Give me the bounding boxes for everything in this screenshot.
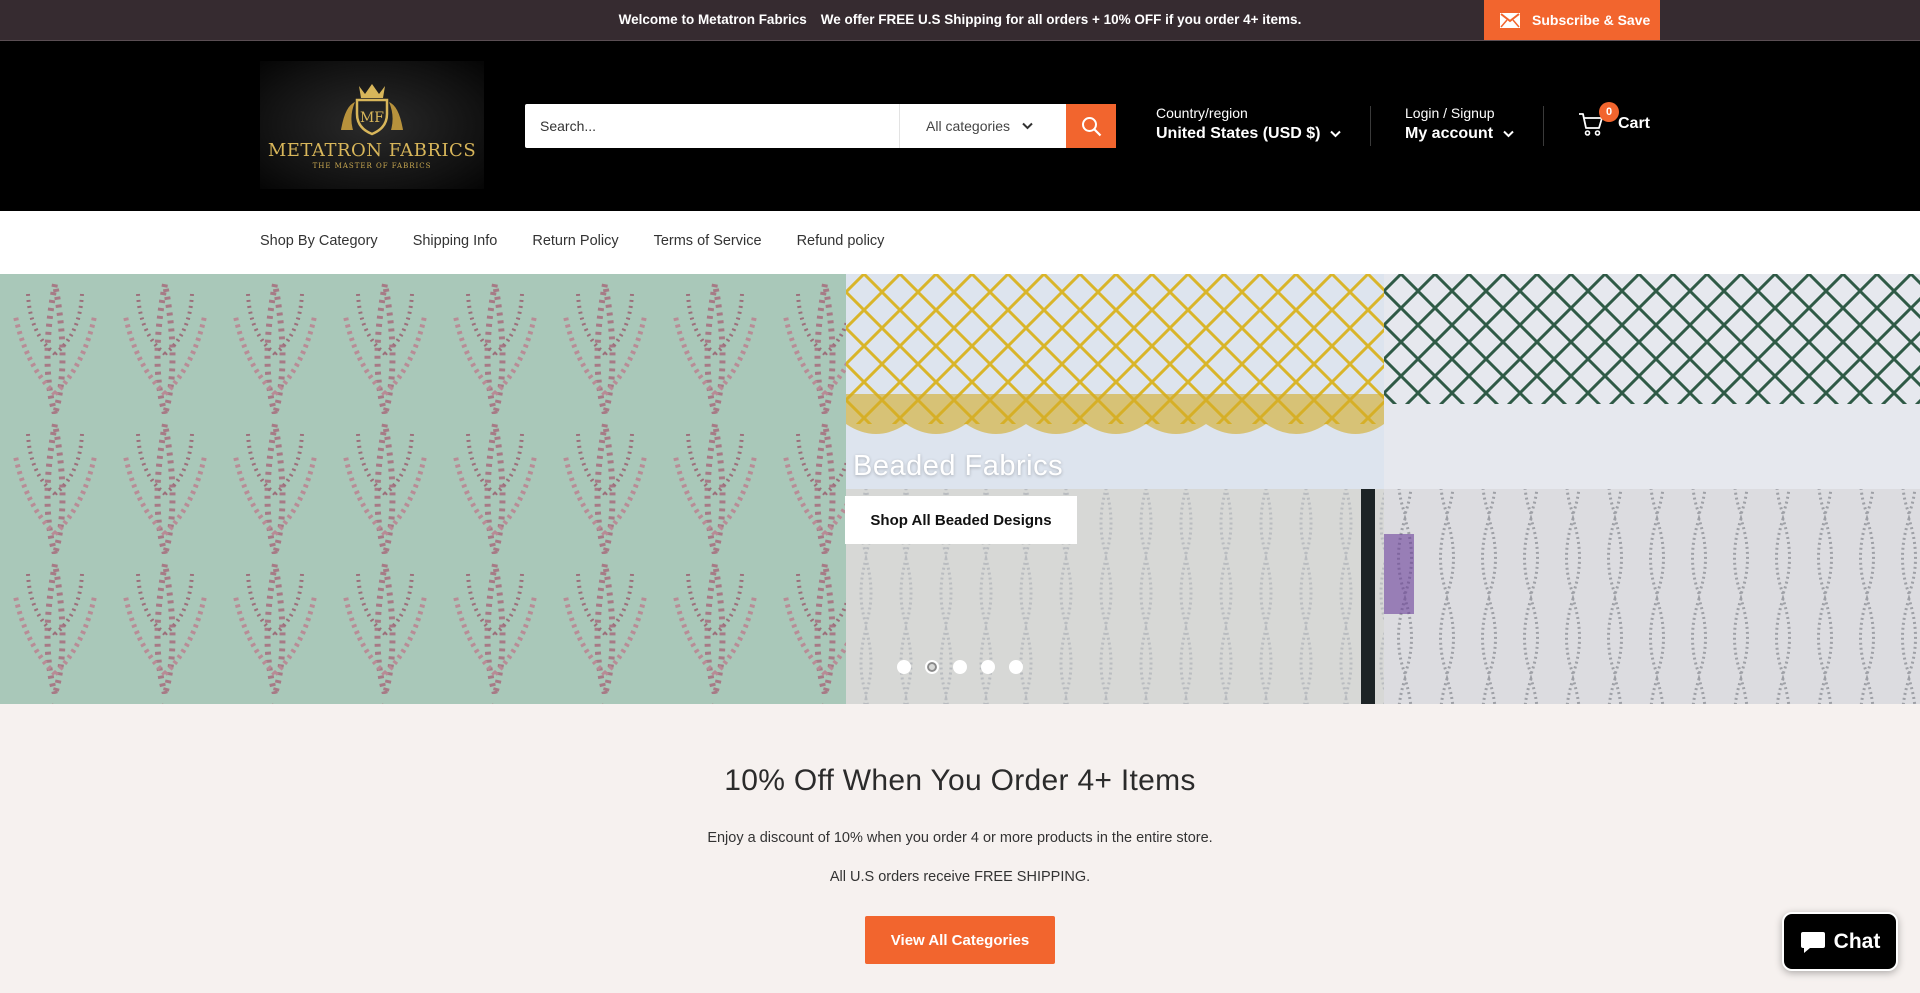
chevron-down-icon [1503,130,1514,138]
logo-name: METATRON FABRICS [267,140,477,161]
country-selector[interactable]: Country/region United States (USD $) [1156,105,1342,143]
account-value: My account [1405,125,1494,142]
announcement-bar: Welcome to Metatron Fabrics We offer FREE… [0,0,1920,41]
cart-label: Cart [1618,115,1651,132]
slide-dot-4[interactable] [981,660,995,674]
nav-item-refund-policy[interactable]: Refund policy [797,233,885,249]
chat-button[interactable]: Chat [1782,912,1898,971]
hero-image-pink-beaded-fabric [0,274,846,704]
chat-label: Chat [1833,929,1881,953]
search-bar: All categories [525,104,1116,148]
site-header: MF METATRON FABRICS THE MASTER OF FABRIC… [0,41,1920,211]
nav-item-terms-of-service[interactable]: Terms of Service [654,233,762,249]
cart-icon: 0 [1578,102,1619,137]
main-nav: Shop By Category Shipping Info Return Po… [0,211,1920,274]
cart-button[interactable]: 0 Cart [1578,102,1651,137]
header-divider [1370,106,1371,146]
mail-icon [1500,12,1520,28]
crest-icon: MF [341,84,403,136]
announcement-welcome: Welcome to Metatron Fabrics [618,12,807,27]
subscribe-button[interactable]: Subscribe & Save [1484,0,1660,40]
hero-image-green-beaded-fabric [1384,274,1920,704]
slide-dot-2[interactable] [925,660,939,674]
site-logo[interactable]: MF METATRON FABRICS THE MASTER OF FABRIC… [260,61,484,189]
account-label: Login / Signup [1405,105,1495,121]
slide-dot-3[interactable] [953,660,967,674]
promo-title: 10% Off When You Order 4+ Items [724,764,1196,797]
country-label: Country/region [1156,105,1248,121]
nav-item-shipping-info[interactable]: Shipping Info [413,233,498,249]
promo-line-2: All U.S orders receive FREE SHIPPING. [829,869,1091,885]
chat-bubble-icon [1800,931,1825,953]
header-divider [1543,106,1544,146]
hero-image-gold-beaded-fabric [846,274,1384,704]
category-select-label: All categories [926,118,1011,134]
announcement-offer: We offer FREE U.S Shipping for all order… [820,12,1302,27]
account-menu[interactable]: Login / Signup My account [1405,105,1514,143]
nav-item-return-policy[interactable]: Return Policy [532,233,618,249]
search-button[interactable] [1066,104,1116,148]
slide-dot-1[interactable] [897,660,911,674]
category-select[interactable]: All categories [900,104,1066,148]
search-icon [1081,116,1101,136]
slide-dots [897,660,1023,674]
chevron-down-icon [1330,130,1342,138]
hero-slideshow: Beaded Fabrics Shop All Beaded Designs [0,274,1920,704]
view-all-categories-button[interactable]: View All Categories [865,916,1055,964]
cart-count-badge: 0 [1599,102,1619,122]
country-value: United States (USD $) [1156,125,1321,142]
chevron-down-icon [1022,122,1033,130]
logo-tagline: THE MASTER OF FABRICS [312,162,432,170]
slide-dot-5[interactable] [1009,660,1023,674]
promo-line-1: Enjoy a discount of 10% when you order 4… [707,830,1213,846]
subscribe-label: Subscribe & Save [1532,12,1651,28]
nav-item-shop-by-category[interactable]: Shop By Category [260,233,378,249]
hero-title: Beaded Fabrics [853,450,1064,482]
svg-text:MF: MF [360,110,384,126]
shop-beaded-button[interactable]: Shop All Beaded Designs [845,496,1077,544]
search-input[interactable] [525,104,900,148]
